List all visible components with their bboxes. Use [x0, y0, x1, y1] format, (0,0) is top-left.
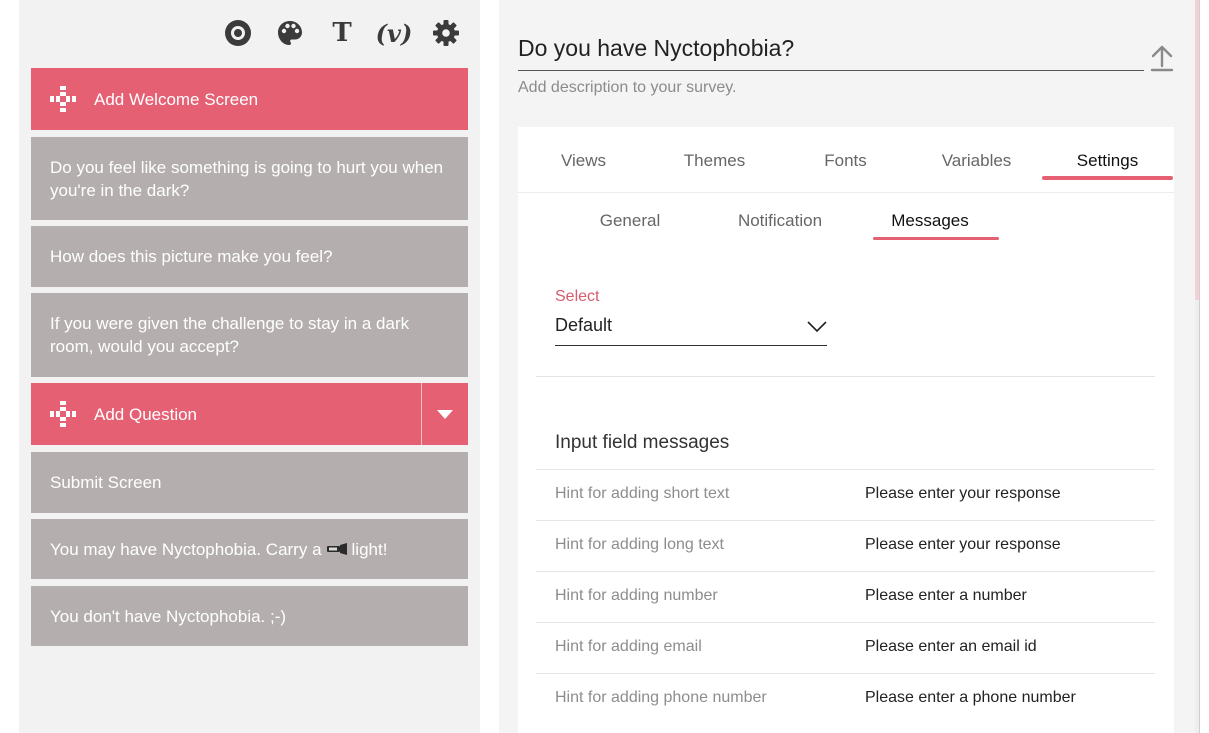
question-card-2[interactable]: How does this picture make you feel?: [31, 226, 468, 287]
settings-card: Views Themes Fonts Variables Settings Ge…: [518, 127, 1174, 733]
tab-variables[interactable]: Variables: [911, 127, 1042, 192]
message-key: Hint for adding phone number: [555, 689, 767, 706]
tab-settings[interactable]: Settings: [1042, 127, 1173, 192]
variables-icon[interactable]: (v): [376, 14, 413, 52]
input-field-messages-heading: Input field messages: [555, 432, 730, 453]
tab-fonts[interactable]: Fonts: [780, 127, 911, 192]
caret-down-icon: [437, 409, 453, 419]
divider: [536, 376, 1155, 377]
message-key: Hint for adding short text: [555, 485, 730, 502]
chevron-down-icon: [807, 321, 827, 333]
add-question-label: Add Question: [94, 404, 198, 424]
submit-screen-card[interactable]: Submit Screen: [31, 452, 468, 513]
disc-icon[interactable]: [222, 14, 254, 52]
ending-card-1[interactable]: You may have Nyctophobia. Carry a light!: [31, 519, 468, 579]
message-key: Hint for adding email: [555, 638, 702, 655]
subtab-notification[interactable]: Notification: [705, 193, 855, 243]
palette-icon[interactable]: [274, 14, 306, 52]
select-value: Default: [555, 315, 613, 335]
question-text: How does this picture make you feel?: [50, 247, 333, 266]
add-welcome-screen-button[interactable]: Add Welcome Screen: [31, 68, 468, 130]
app-root: T (v) Add Welcome Screen Do you feel lik…: [0, 0, 1209, 733]
question-card-3[interactable]: If you were given the challenge to stay …: [31, 293, 468, 377]
message-key: Hint for adding long text: [555, 536, 724, 553]
subtab-messages[interactable]: Messages: [855, 193, 1005, 243]
table-row: Hint for adding email Please enter an em…: [536, 622, 1155, 673]
ending-text: You don't have Nyctophobia. ;-): [50, 606, 287, 626]
main-tabs: Views Themes Fonts Variables Settings: [518, 127, 1174, 193]
table-row: Hint for adding long text Please enter y…: [536, 520, 1155, 571]
add-icon: [50, 86, 76, 112]
question-type-dropdown[interactable]: [421, 383, 468, 445]
message-value-input[interactable]: Please enter a number: [865, 587, 1027, 605]
builder-toolbar: T (v): [222, 14, 462, 52]
table-row: Hint for adding number Please enter a nu…: [536, 571, 1155, 622]
builder-panel: T (v) Add Welcome Screen Do you feel lik…: [19, 0, 480, 733]
survey-description-input[interactable]: Add description to your survey.: [518, 79, 736, 97]
submit-screen-label: Submit Screen: [50, 473, 162, 492]
ending-text-end: light!: [351, 539, 388, 559]
ending-card-2[interactable]: You don't have Nyctophobia. ;-): [31, 586, 468, 646]
add-question-button[interactable]: Add Question: [31, 383, 468, 445]
add-welcome-screen-label: Add Welcome Screen: [94, 89, 259, 109]
message-value-input[interactable]: Please enter your response: [865, 485, 1061, 503]
survey-title-input[interactable]: Do you have Nyctophobia?: [518, 32, 1144, 71]
tab-themes[interactable]: Themes: [649, 127, 780, 192]
message-key: Hint for adding number: [555, 587, 718, 604]
select-label: Select: [555, 288, 600, 305]
message-preset-select[interactable]: Default: [555, 315, 827, 346]
tab-views[interactable]: Views: [518, 127, 649, 192]
settings-subtabs: General Notification Messages: [555, 193, 1005, 243]
flashlight-icon: [326, 543, 347, 555]
upload-icon[interactable]: [1150, 44, 1174, 72]
subtab-general[interactable]: General: [555, 193, 705, 243]
add-icon: [50, 401, 76, 427]
question-card-1[interactable]: Do you feel like something is going to h…: [31, 137, 468, 220]
message-value-input[interactable]: Please enter a phone number: [865, 689, 1076, 707]
message-value-input[interactable]: Please enter an email id: [865, 638, 1037, 656]
table-row: Hint for adding phone number Please ente…: [536, 673, 1155, 724]
message-value-input[interactable]: Please enter your response: [865, 536, 1061, 554]
ending-text-start: You may have Nyctophobia. Carry a: [50, 539, 322, 559]
divider: [1199, 0, 1200, 733]
text-icon[interactable]: T: [326, 14, 358, 52]
question-text: Do you feel like something is going to h…: [50, 157, 444, 200]
settings-panel: Do you have Nyctophobia? Add description…: [499, 0, 1195, 733]
question-text: If you were given the challenge to stay …: [50, 314, 410, 356]
table-row: Hint for adding short text Please enter …: [536, 469, 1155, 520]
messages-table: Hint for adding short text Please enter …: [536, 469, 1155, 724]
gear-icon[interactable]: [430, 14, 462, 52]
